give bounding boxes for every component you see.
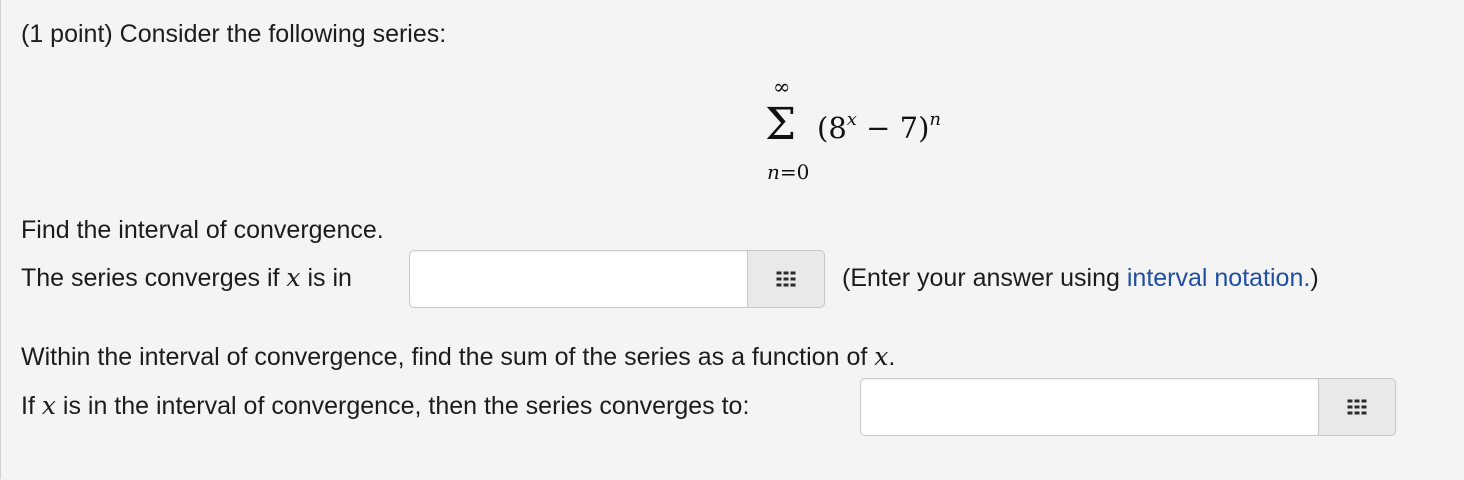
grid-icon bbox=[776, 271, 796, 287]
term-outer-exponent: n bbox=[929, 109, 942, 130]
sum-symbol: Σ bbox=[765, 99, 797, 150]
part2-label-start: If bbox=[21, 392, 42, 420]
part1-label-end: is in bbox=[300, 264, 352, 292]
part2-prompt-start: Within the interval of convergence, find… bbox=[21, 343, 875, 371]
part1-label: The series converges if x is in bbox=[21, 263, 352, 293]
part2-label-end: is in the interval of convergence, then … bbox=[55, 392, 750, 420]
sum-index-var: n bbox=[767, 160, 780, 184]
part1-prompt: Find the interval of convergence. bbox=[21, 216, 384, 244]
term-rest: − 7) bbox=[856, 111, 930, 145]
part1-hint-start: (Enter your answer using bbox=[842, 264, 1127, 292]
part2-prompt-end: . bbox=[888, 343, 896, 371]
interval-notation-link[interactable]: interval notation. bbox=[1127, 264, 1310, 292]
part2-label: If x is in the interval of convergence, … bbox=[21, 391, 749, 421]
sum-answer-input[interactable] bbox=[860, 378, 1320, 436]
part2-label-var: x bbox=[41, 391, 56, 420]
part1-label-var: x bbox=[286, 263, 301, 292]
part2-prompt: Within the interval of convergence, find… bbox=[21, 342, 895, 372]
grid-icon bbox=[1347, 399, 1367, 415]
part1-hint: (Enter your answer using interval notati… bbox=[842, 263, 1319, 293]
sum-lower-limit: n=0 bbox=[767, 160, 809, 184]
term-base-open: (8 bbox=[817, 111, 847, 145]
sum-index-start: =0 bbox=[779, 160, 810, 184]
sum-equation-palette-button[interactable] bbox=[1318, 378, 1396, 436]
series-term: (8x − 7)n bbox=[817, 108, 941, 148]
problem-panel: (1 point) Consider the following series:… bbox=[0, 0, 1463, 479]
part1-label-start: The series converges if bbox=[21, 264, 287, 292]
term-base-exponent: x bbox=[846, 109, 857, 130]
sum-upper-limit: ∞ bbox=[773, 75, 791, 99]
part1-hint-end: ) bbox=[1310, 264, 1319, 292]
problem-header: (1 point) Consider the following series: bbox=[21, 20, 447, 48]
interval-equation-palette-button[interactable] bbox=[747, 250, 825, 308]
part2-prompt-var: x bbox=[874, 342, 889, 371]
interval-answer-input[interactable] bbox=[409, 250, 749, 308]
